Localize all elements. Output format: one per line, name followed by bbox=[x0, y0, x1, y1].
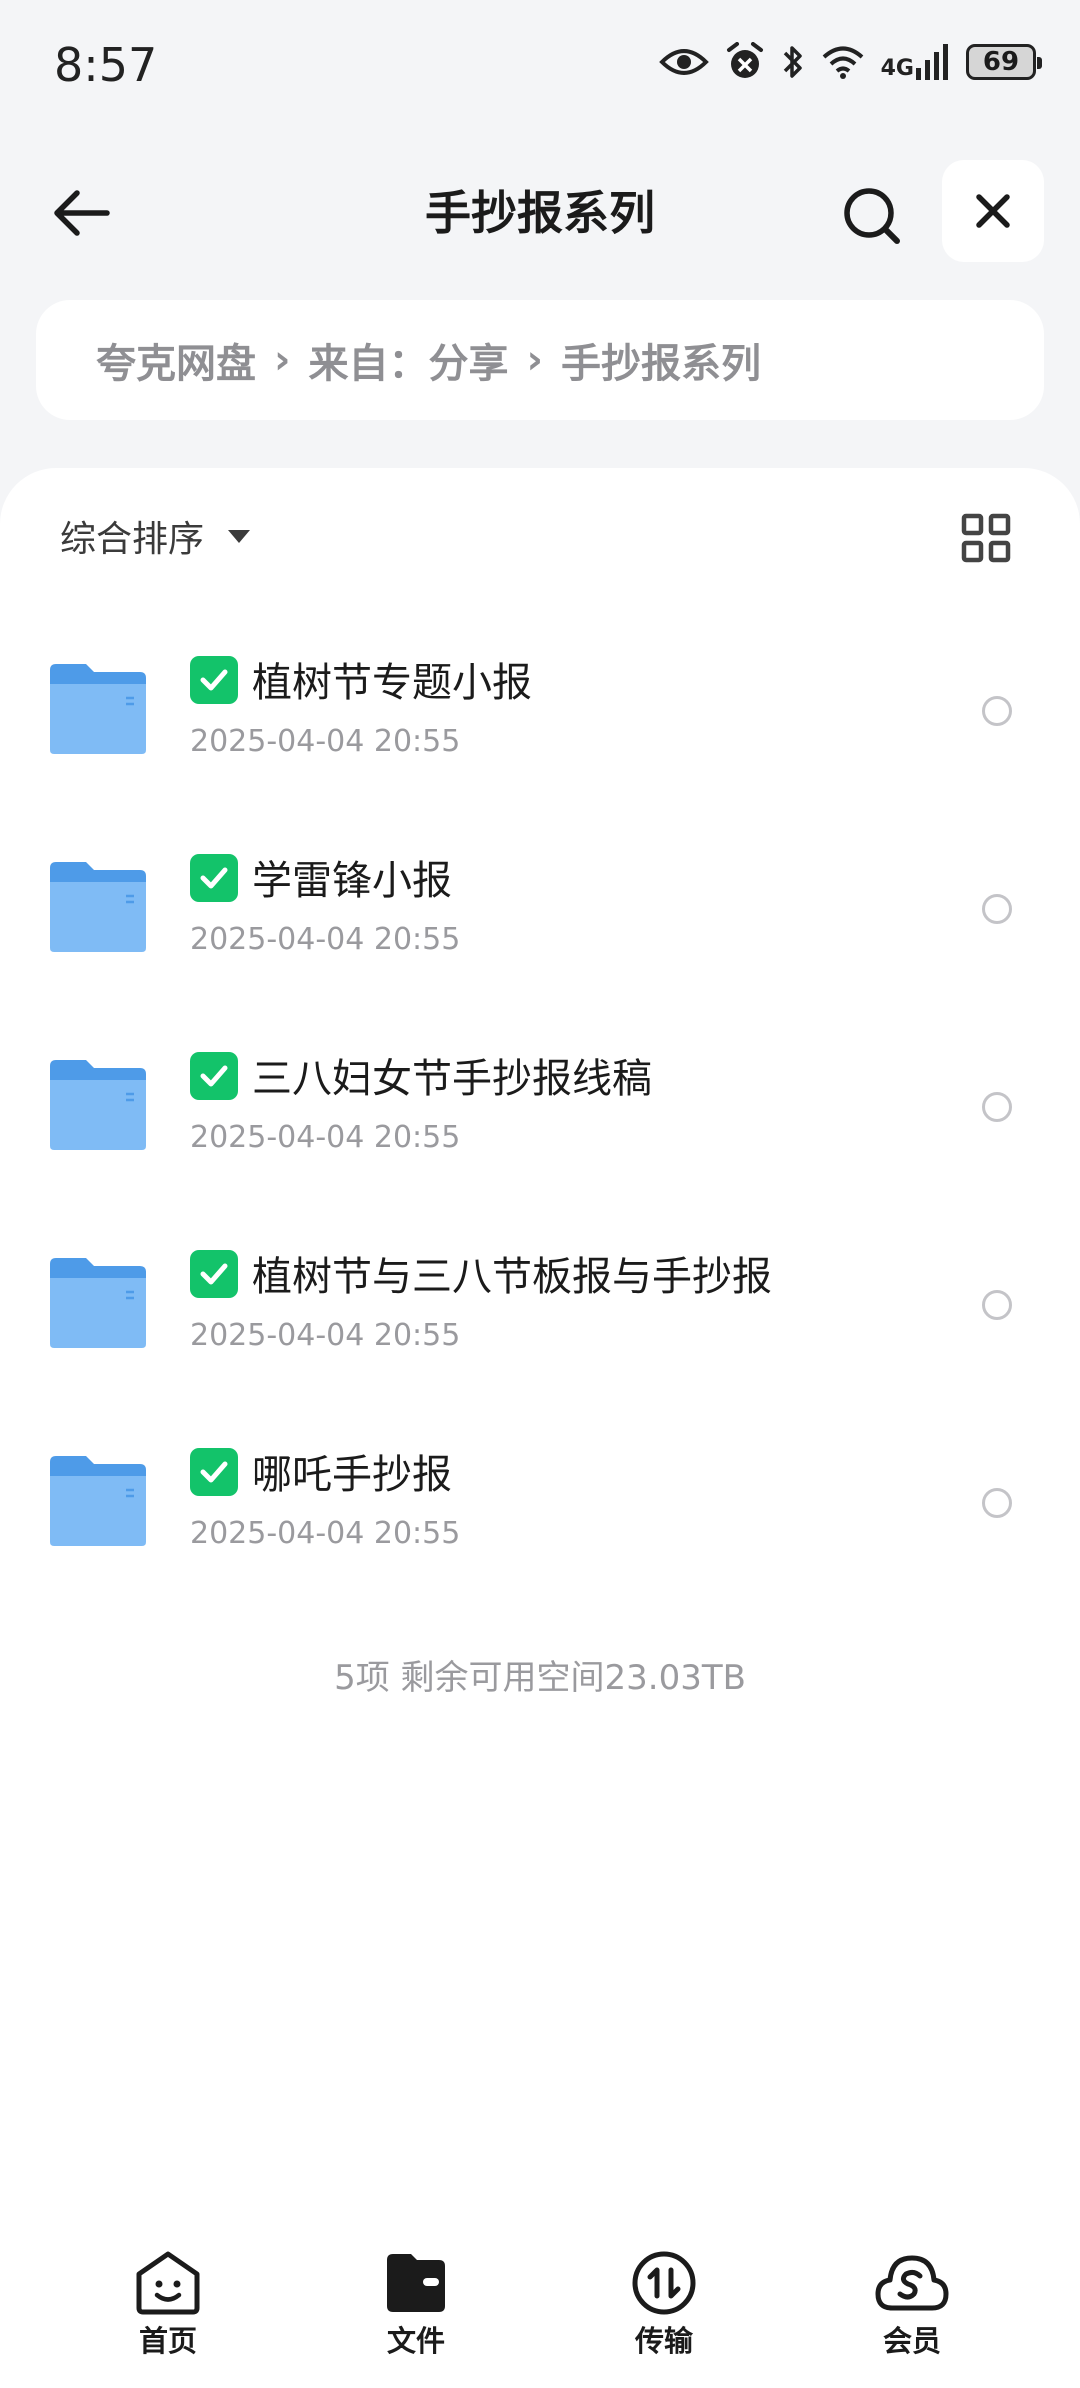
signal-icon: 4G bbox=[881, 44, 950, 80]
select-radio[interactable] bbox=[982, 1290, 1012, 1320]
select-radio[interactable] bbox=[982, 1488, 1012, 1518]
search-button[interactable] bbox=[832, 176, 912, 256]
file-name: 植树节与三八节板报与手抄报 bbox=[252, 1254, 772, 1300]
breadcrumb-item-current: 手抄报系列 bbox=[560, 341, 761, 387]
file-date: 2025-04-04 20:55 bbox=[190, 724, 461, 759]
tab-label: 文件 bbox=[386, 2324, 445, 2358]
tab-label: 首页 bbox=[138, 2324, 197, 2358]
network-type: 4G bbox=[880, 56, 914, 81]
list-item[interactable]: 三八妇女节手抄报线稿 2025-04-04 20:55 bbox=[0, 1020, 1080, 1218]
file-date: 2025-04-04 20:55 bbox=[190, 922, 461, 957]
file-date: 2025-04-04 20:55 bbox=[190, 1516, 461, 1551]
status-icons: 4G 69 bbox=[658, 42, 1042, 82]
view-toggle-button[interactable] bbox=[960, 512, 1012, 564]
status-time: 8:57 bbox=[54, 38, 158, 92]
check-icon bbox=[190, 1250, 238, 1298]
folder-icon bbox=[50, 1258, 146, 1348]
tab-label: 会员 bbox=[882, 2324, 941, 2358]
breadcrumb-item-root[interactable]: 夸克网盘 bbox=[96, 331, 256, 389]
folder-wallet-icon bbox=[387, 2254, 445, 2312]
tab-home[interactable]: 首页 bbox=[88, 2250, 248, 2360]
grid-view-icon bbox=[961, 513, 1011, 563]
eye-icon bbox=[658, 49, 709, 75]
select-radio[interactable] bbox=[982, 894, 1012, 924]
file-name: 哪吒手抄报 bbox=[252, 1452, 452, 1498]
bluetooth-icon bbox=[783, 46, 802, 78]
cloud-member-icon bbox=[875, 2255, 949, 2311]
file-date: 2025-04-04 20:55 bbox=[190, 1318, 461, 1353]
list-item[interactable]: 植树节专题小报 2025-04-04 20:55 bbox=[0, 624, 1080, 822]
folder-icon bbox=[50, 1060, 146, 1150]
chevron-right-icon: › bbox=[274, 337, 291, 383]
tab-member[interactable]: 会员 bbox=[832, 2250, 992, 2360]
list-item[interactable]: 学雷锋小报 2025-04-04 20:55 bbox=[0, 822, 1080, 1020]
check-icon bbox=[190, 854, 238, 902]
list-item[interactable]: 植树节与三八节板报与手抄报 2025-04-04 20:55 bbox=[0, 1218, 1080, 1416]
file-name: 学雷锋小报 bbox=[252, 858, 452, 904]
chevron-right-icon: › bbox=[526, 337, 543, 383]
page-title: 手抄报系列 bbox=[425, 186, 655, 240]
close-icon bbox=[976, 194, 1010, 228]
folder-icon bbox=[50, 862, 146, 952]
file-name: 植树节专题小报 bbox=[252, 660, 532, 706]
alarm-icon bbox=[726, 42, 763, 78]
storage-summary: 5项 剩余可用空间23.03TB bbox=[334, 1658, 746, 1698]
check-icon bbox=[190, 1052, 238, 1100]
tab-files[interactable]: 文件 bbox=[336, 2250, 496, 2360]
battery-level: 69 bbox=[982, 47, 1020, 77]
caret-down-icon bbox=[228, 529, 251, 543]
list-item[interactable]: 哪吒手抄报 2025-04-04 20:55 bbox=[0, 1416, 1080, 1614]
breadcrumb-item-share[interactable]: 来自：分享 bbox=[308, 331, 508, 389]
wifi-icon bbox=[822, 46, 863, 79]
battery-icon: 69 bbox=[966, 44, 1042, 80]
check-icon bbox=[190, 656, 238, 704]
select-radio[interactable] bbox=[982, 696, 1012, 726]
file-date: 2025-04-04 20:55 bbox=[190, 1120, 461, 1155]
tab-label: 传输 bbox=[634, 2324, 693, 2358]
search-icon bbox=[844, 188, 900, 244]
select-radio[interactable] bbox=[982, 1092, 1012, 1122]
sort-dropdown[interactable]: 综合排序 bbox=[60, 510, 251, 562]
smile-home-icon bbox=[136, 2251, 200, 2315]
file-name: 三八妇女节手抄报线稿 bbox=[252, 1056, 652, 1102]
back-button[interactable] bbox=[46, 178, 116, 248]
close-button[interactable] bbox=[942, 160, 1044, 262]
folder-icon bbox=[50, 1456, 146, 1546]
check-icon bbox=[190, 1448, 238, 1496]
folder-icon bbox=[50, 664, 146, 754]
arrow-left-icon bbox=[54, 190, 110, 236]
tab-transfer[interactable]: 传输 bbox=[584, 2250, 744, 2360]
transfer-icon bbox=[632, 2251, 696, 2315]
sort-label: 综合排序 bbox=[60, 519, 205, 560]
breadcrumb: 夸克网盘 › 来自：分享 › 手抄报系列 bbox=[36, 300, 1044, 420]
bottom-tab-bar: 首页 文件 传输 会员 bbox=[0, 2228, 1080, 2388]
